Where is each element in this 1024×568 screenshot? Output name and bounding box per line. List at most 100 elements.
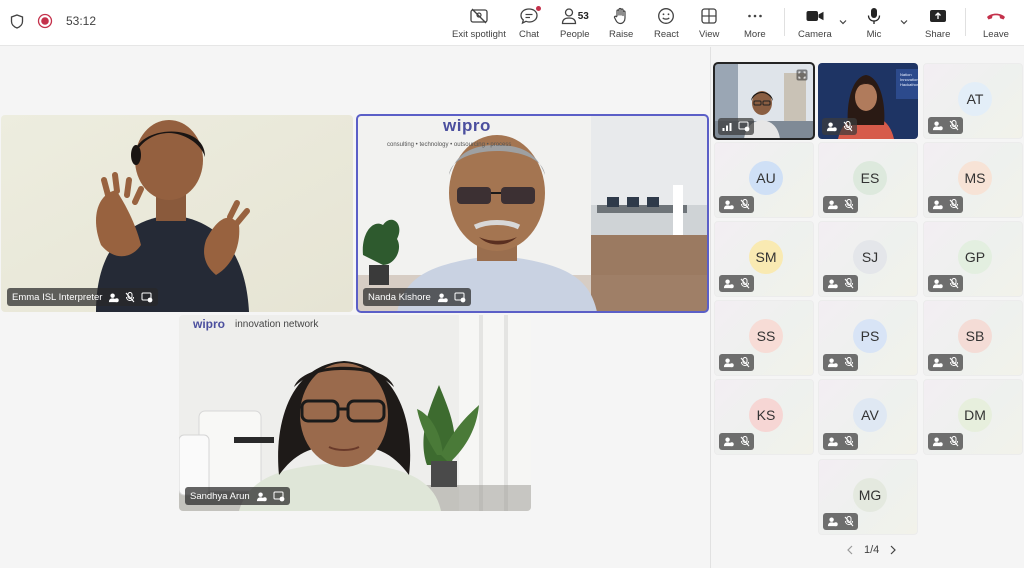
video-tile-emma[interactable]: Emma ISL Interpreter	[1, 115, 353, 312]
mic-muted-icon	[126, 291, 135, 302]
mic-muted-icon	[844, 278, 854, 289]
avatar: GP	[958, 240, 992, 274]
mic-options-chevron-icon[interactable]	[899, 17, 909, 27]
mic-muted-icon	[843, 121, 853, 132]
more-button[interactable]: More	[744, 6, 766, 44]
people-count: 53	[577, 10, 589, 22]
participant-info-icon	[437, 292, 448, 302]
hang-up-icon	[985, 6, 1007, 26]
shield-icon[interactable]	[8, 12, 26, 30]
mic-muted-icon	[740, 278, 750, 289]
mic-muted-icon	[844, 516, 854, 527]
participant-tile[interactable]: GP	[923, 221, 1023, 297]
participant-info-icon	[723, 279, 734, 289]
participant-video-tile[interactable]: Nation Innovation Hackathon	[818, 63, 918, 139]
participant-name-tag: Emma ISL Interpreter	[7, 288, 159, 306]
participant-tile[interactable]: SJ	[818, 221, 918, 297]
avatar: AT	[958, 82, 992, 116]
participant-tile[interactable]: KS	[714, 379, 814, 455]
people-button[interactable]: 53 People	[560, 6, 590, 44]
participant-info-icon	[723, 358, 734, 368]
mic-muted-icon	[844, 357, 854, 368]
toolbar-divider	[784, 8, 785, 36]
tile-status-bar	[823, 196, 858, 213]
avatar: MG	[853, 478, 887, 512]
company-logo-text: wipro	[193, 317, 225, 331]
participant-tile[interactable]: SB	[923, 300, 1023, 376]
more-horizontal-icon	[746, 6, 764, 26]
tile-status-bar	[823, 513, 858, 530]
participant-info-icon	[932, 121, 943, 131]
camera-button[interactable]: Camera	[798, 6, 832, 44]
spotlight-off-icon	[469, 6, 489, 26]
avatar: SM	[749, 240, 783, 274]
screen-share-status-icon	[454, 292, 466, 302]
participant-tile[interactable]: MG	[818, 459, 918, 535]
share-button[interactable]: Share	[925, 6, 950, 44]
camera-options-chevron-icon[interactable]	[838, 17, 848, 27]
avatar: MS	[958, 161, 992, 195]
tile-status-bar	[928, 196, 963, 213]
participant-tile[interactable]: PS	[818, 300, 918, 376]
tile-status-bar	[718, 118, 754, 135]
participant-tile[interactable]: AT	[923, 63, 1023, 139]
participant-info-icon	[827, 279, 838, 289]
mic-muted-icon	[949, 120, 959, 131]
participant-tile[interactable]: AV	[818, 379, 918, 455]
mic-muted-icon	[740, 436, 750, 447]
chat-icon	[519, 6, 542, 26]
tile-status-bar	[928, 433, 963, 450]
mic-muted-icon	[844, 436, 854, 447]
mic-button[interactable]: Mic	[866, 6, 882, 44]
participant-tile[interactable]: SM	[714, 221, 814, 297]
chevron-left-icon[interactable]	[846, 545, 854, 555]
mic-muted-icon	[949, 199, 959, 210]
camera-icon	[805, 6, 825, 26]
participant-info-icon	[827, 200, 838, 210]
tile-status-bar	[823, 354, 858, 371]
self-view-tile[interactable]	[713, 62, 815, 140]
participant-tile[interactable]: SS	[714, 300, 814, 376]
participant-gallery: Nation Innovation Hackathon AT AU ES MS SM SJ…	[710, 47, 1024, 568]
participant-tile[interactable]: ES	[818, 142, 918, 218]
video-tile-nanda[interactable]: wipro consulting • technology • outsourc…	[356, 114, 709, 313]
raise-hand-button[interactable]: Raise	[609, 6, 633, 44]
grid-icon	[700, 6, 718, 26]
mic-muted-icon	[740, 199, 750, 210]
screen-share-status-icon	[738, 121, 750, 132]
screen-share-status-icon	[273, 491, 285, 501]
participant-tile[interactable]: MS	[923, 142, 1023, 218]
avatar: PS	[853, 319, 887, 353]
avatar: KS	[749, 398, 783, 432]
mic-muted-icon	[949, 436, 959, 447]
tile-status-bar	[928, 117, 963, 134]
view-button[interactable]: View	[699, 6, 719, 44]
participant-info-icon	[256, 491, 267, 501]
participant-info-icon	[932, 358, 943, 368]
mic-muted-icon	[949, 278, 959, 289]
company-subbrand: innovation network	[235, 319, 319, 330]
company-logo-text: wipro	[443, 116, 491, 135]
microphone-icon	[866, 6, 882, 26]
participant-info-icon	[723, 200, 734, 210]
chat-button[interactable]: Chat	[519, 6, 542, 44]
tile-status-bar	[928, 275, 963, 292]
toolbar-divider	[965, 8, 966, 36]
react-button[interactable]: React	[654, 6, 679, 44]
participant-info-icon	[109, 292, 120, 302]
hand-icon	[612, 6, 630, 26]
signal-strength-icon	[722, 123, 732, 131]
share-screen-icon	[928, 6, 948, 26]
participant-info-icon	[827, 517, 838, 527]
avatar: SB	[958, 319, 992, 353]
avatar: AV	[853, 398, 887, 432]
participant-info-icon	[827, 437, 838, 447]
leave-button[interactable]: Leave	[983, 6, 1009, 44]
expand-icon[interactable]	[796, 69, 808, 81]
participant-tile[interactable]: DM	[923, 379, 1023, 455]
participant-tile[interactable]: AU	[714, 142, 814, 218]
video-tile-sandhya[interactable]: wipro innovation network Sandhya Arun	[179, 315, 531, 511]
tile-status-bar	[822, 118, 857, 135]
chevron-right-icon[interactable]	[889, 545, 897, 555]
exit-spotlight-button[interactable]: Exit spotlight	[452, 6, 506, 44]
